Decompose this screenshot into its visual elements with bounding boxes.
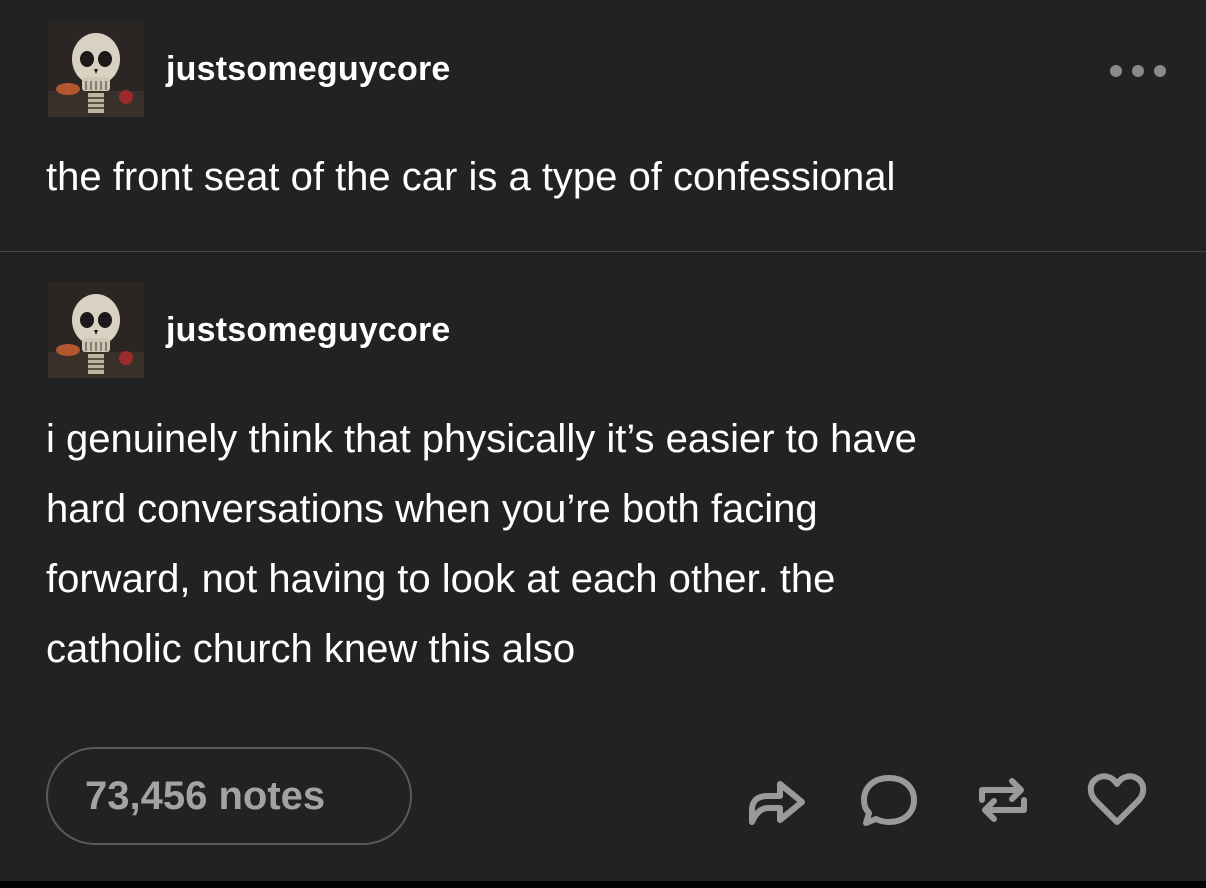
post-line: the front seat of the car is a type of c…	[46, 155, 896, 199]
reply-icon[interactable]	[858, 770, 920, 830]
notes-count: 73,456 notes	[85, 773, 326, 818]
menu-dot	[1110, 65, 1122, 77]
skull-avatar[interactable]	[48, 282, 144, 378]
post-body: i genuinely think that physically it’s e…	[46, 404, 917, 684]
post-username[interactable]: justsomeguycore	[166, 50, 451, 89]
original-post: justsomeguycore the front seat of the ca…	[0, 0, 1206, 251]
reblog-post: justsomeguycore i genuinely think that p…	[0, 252, 1206, 732]
bottom-edge	[0, 881, 1206, 888]
post-line: forward, not having to look at each othe…	[46, 557, 836, 601]
post-line: hard conversations when you’re both faci…	[46, 487, 818, 531]
reblog-icon[interactable]	[972, 770, 1034, 830]
post-username[interactable]: justsomeguycore	[166, 311, 451, 350]
like-icon[interactable]	[1086, 770, 1148, 830]
post-line: i genuinely think that physically it’s e…	[46, 417, 917, 461]
menu-dot	[1154, 65, 1166, 77]
share-icon[interactable]	[746, 770, 808, 830]
skull-avatar[interactable]	[48, 21, 144, 117]
post-line: catholic church knew this also	[46, 627, 576, 671]
more-options-icon[interactable]	[1110, 60, 1166, 82]
post-body: the front seat of the car is a type of c…	[46, 142, 895, 212]
notes-count-button[interactable]: 73,456 notes	[46, 747, 412, 845]
menu-dot	[1132, 65, 1144, 77]
